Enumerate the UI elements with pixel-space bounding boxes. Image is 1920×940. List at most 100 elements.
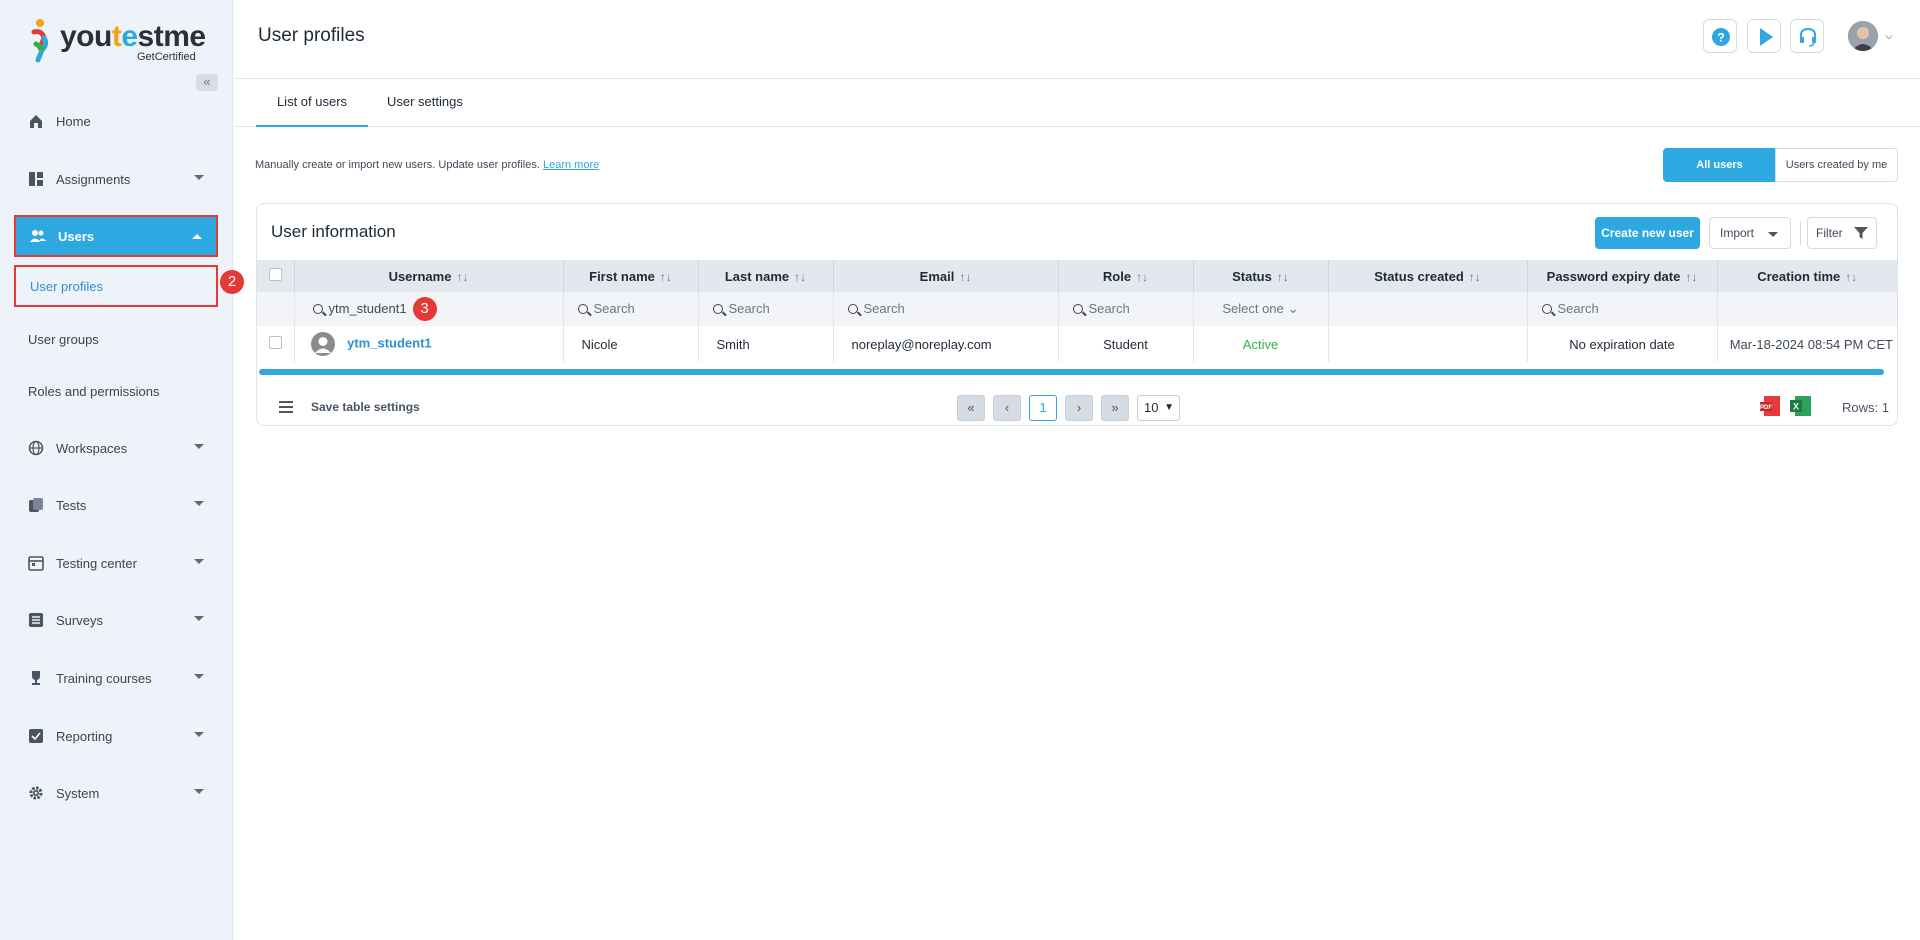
pdf-export-icon[interactable]: PDF bbox=[1759, 394, 1783, 418]
username-filter-value[interactable]: ytm_student1 bbox=[329, 301, 407, 316]
tab-list-of-users[interactable]: List of users bbox=[256, 79, 368, 127]
column-header-email[interactable]: Email ↑↓ bbox=[833, 260, 1059, 292]
logo-mark-icon bbox=[31, 19, 49, 63]
first-name-filter[interactable]: Search bbox=[563, 292, 699, 326]
sort-icon[interactable]: ↑↓ bbox=[1469, 270, 1481, 284]
sidebar: youtestme GetCertified « Home Assignment… bbox=[0, 0, 244, 940]
username-link[interactable]: ytm_student1 bbox=[347, 335, 432, 350]
learn-more-link[interactable]: Learn more bbox=[543, 159, 599, 171]
chevron-down-icon bbox=[194, 501, 204, 506]
username-filter[interactable]: ytm_student1 3 bbox=[294, 292, 564, 326]
sidebar-item-testing-center[interactable]: Testing center bbox=[14, 542, 218, 584]
sidebar-subitem-user-profiles[interactable]: User profiles bbox=[14, 265, 218, 307]
sidebar-item-reporting[interactable]: Reporting bbox=[14, 715, 218, 757]
user-avatar[interactable] bbox=[1848, 21, 1878, 51]
sidebar-subitem-label: Roles and permissions bbox=[28, 383, 160, 399]
sort-icon[interactable]: ↑↓ bbox=[794, 270, 806, 284]
last-name-cell: Smith bbox=[698, 326, 834, 362]
role-filter[interactable]: Search bbox=[1058, 292, 1194, 326]
sort-icon[interactable]: ↑↓ bbox=[1845, 270, 1857, 284]
column-header-first-name[interactable]: First name ↑↓ bbox=[563, 260, 699, 292]
sidebar-item-surveys[interactable]: Surveys bbox=[14, 599, 218, 641]
chevron-down-icon: ⌄ bbox=[1287, 301, 1299, 316]
column-header-last-name[interactable]: Last name ↑↓ bbox=[698, 260, 834, 292]
username-cell: ytm_student1 bbox=[294, 326, 564, 362]
sidebar-subitem-user-groups[interactable]: User groups bbox=[14, 318, 218, 360]
tab-user-settings[interactable]: User settings bbox=[387, 79, 463, 127]
row-checkbox[interactable] bbox=[268, 336, 282, 349]
table-footer: Save table settings « ‹ 1 › » 10 ▼ PDF X … bbox=[257, 384, 1897, 425]
sidebar-subitem-roles[interactable]: Roles and permissions bbox=[14, 370, 218, 412]
sidebar-item-label: Users bbox=[58, 228, 95, 244]
chevron-down-icon bbox=[194, 789, 204, 794]
column-header-status[interactable]: Status ↑↓ bbox=[1193, 260, 1329, 292]
dashboard-icon bbox=[29, 172, 43, 186]
password-expiry-filter[interactable]: Search bbox=[1527, 292, 1718, 326]
users-table: Username ↑↓ First name ↑↓ Last name ↑↓ Emai… bbox=[257, 260, 1897, 362]
sort-icon[interactable]: ↑↓ bbox=[1136, 270, 1148, 284]
collapse-sidebar-button[interactable]: « bbox=[196, 74, 218, 91]
column-header-creation-time[interactable]: Creation time ↑↓ bbox=[1717, 260, 1897, 292]
sidebar-item-label: Home bbox=[56, 113, 91, 129]
sort-icon[interactable]: ↑↓ bbox=[1277, 270, 1289, 284]
sidebar-item-label: Workspaces bbox=[56, 440, 128, 456]
page-size-select[interactable]: 10 ▼ bbox=[1137, 395, 1180, 421]
column-header-role[interactable]: Role ↑↓ bbox=[1058, 260, 1194, 292]
next-page-button[interactable]: › bbox=[1065, 395, 1093, 421]
page-button-current[interactable]: 1 bbox=[1029, 395, 1057, 421]
brand-name: youtestme bbox=[60, 20, 206, 53]
sidebar-item-tests[interactable]: Tests bbox=[14, 484, 218, 526]
sort-icon[interactable]: ↑↓ bbox=[456, 270, 468, 284]
filter-label: Filter bbox=[1816, 226, 1843, 240]
sidebar-subitem-label: User groups bbox=[28, 331, 99, 347]
save-table-settings-button[interactable]: Save table settings bbox=[311, 400, 420, 414]
role-cell: Student bbox=[1058, 326, 1194, 362]
import-button[interactable]: Import bbox=[1709, 217, 1791, 249]
intro-text: Manually create or import new users. Upd… bbox=[255, 159, 600, 171]
users-created-by-me-toggle[interactable]: Users created by me bbox=[1775, 148, 1898, 182]
chevron-down-icon bbox=[1768, 232, 1778, 237]
tests-icon bbox=[29, 498, 43, 512]
column-header-password-expiry[interactable]: Password expiry date ↑↓ bbox=[1527, 260, 1718, 292]
horizontal-scrollbar[interactable] bbox=[259, 369, 1884, 375]
help-button[interactable]: ? bbox=[1703, 19, 1737, 53]
card-title: User information bbox=[271, 222, 396, 241]
column-header-status-created[interactable]: Status created ↑↓ bbox=[1328, 260, 1528, 292]
sort-icon[interactable]: ↑↓ bbox=[660, 270, 672, 284]
email-filter[interactable]: Search bbox=[833, 292, 1059, 326]
first-page-button[interactable]: « bbox=[957, 395, 985, 421]
sidebar-item-workspaces[interactable]: Workspaces bbox=[14, 427, 218, 469]
sort-icon[interactable]: ↑↓ bbox=[1685, 270, 1697, 284]
chevron-down-icon[interactable]: ⌵ bbox=[1885, 31, 1893, 42]
import-label: Import bbox=[1720, 226, 1755, 240]
list-icon bbox=[29, 613, 43, 627]
sidebar-subitem-label: User profiles bbox=[30, 278, 103, 294]
filter-button[interactable]: Filter bbox=[1807, 217, 1877, 249]
sidebar-item-home[interactable]: Home bbox=[14, 100, 218, 142]
tutorial-play-button[interactable] bbox=[1747, 19, 1781, 53]
sidebar-item-assignments[interactable]: Assignments bbox=[14, 158, 218, 200]
create-new-user-button[interactable]: Create new user bbox=[1595, 217, 1700, 249]
svg-text:?: ? bbox=[1717, 31, 1724, 45]
previous-page-button[interactable]: ‹ bbox=[993, 395, 1021, 421]
last-page-button[interactable]: » bbox=[1101, 395, 1129, 421]
select-all-checkbox[interactable] bbox=[268, 268, 282, 281]
support-button[interactable] bbox=[1790, 19, 1824, 53]
status-cell: Active bbox=[1193, 326, 1329, 362]
users-icon bbox=[30, 230, 46, 242]
sort-icon[interactable]: ↑↓ bbox=[959, 270, 971, 284]
column-header-username[interactable]: Username ↑↓ bbox=[294, 260, 564, 292]
step-badge: 2 bbox=[220, 270, 244, 294]
filter-cell-empty bbox=[257, 292, 295, 326]
sidebar-item-training-courses[interactable]: Training courses bbox=[14, 657, 218, 699]
last-name-filter[interactable]: Search bbox=[698, 292, 834, 326]
table-row[interactable]: ytm_student1 Nicole Smith noreplay@norep… bbox=[257, 326, 1897, 362]
excel-export-icon[interactable]: X bbox=[1789, 394, 1813, 418]
all-users-toggle[interactable]: All users bbox=[1663, 148, 1776, 182]
trophy-icon bbox=[32, 671, 40, 685]
sidebar-item-users[interactable]: Users bbox=[14, 215, 218, 257]
logo[interactable]: youtestme GetCertified bbox=[30, 18, 206, 64]
password-expiry-cell: No expiration date bbox=[1527, 326, 1718, 362]
status-filter-select[interactable]: Select one ⌄ bbox=[1193, 292, 1329, 326]
sidebar-item-system[interactable]: System bbox=[14, 772, 218, 814]
